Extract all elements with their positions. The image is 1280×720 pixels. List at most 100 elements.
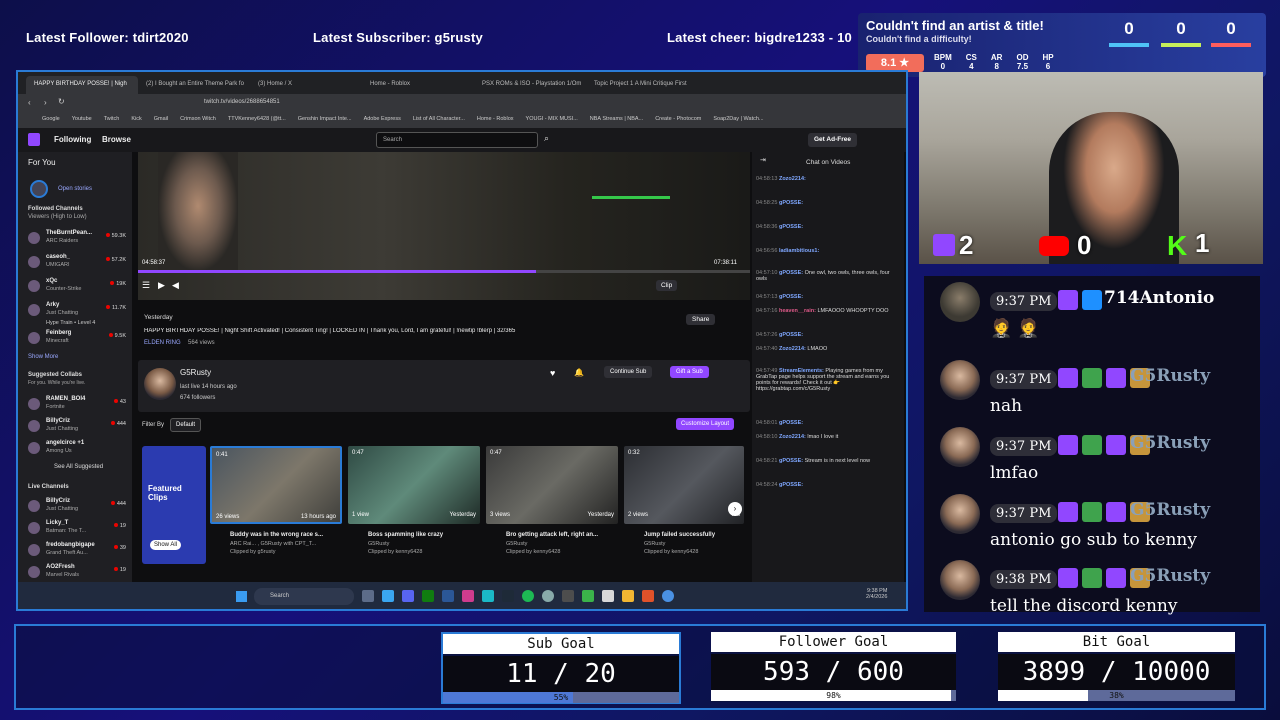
taskbar-app-icon[interactable] [542, 590, 554, 602]
clip-title[interactable]: Jump failed successfully [644, 532, 715, 538]
forward-icon[interactable]: › [44, 98, 47, 107]
clip-title[interactable]: Bro getting attack left, right an... [506, 532, 598, 538]
collapse-icon[interactable]: ⇥ [760, 156, 766, 164]
sidebar-channel[interactable]: BillyCriz Just Chatting 444 [24, 416, 128, 440]
bookmark[interactable]: TTVKenney6428 (@tt... [228, 116, 286, 124]
bookmark[interactable]: Twitch [104, 116, 120, 124]
taskbar-app-icon[interactable] [662, 590, 674, 602]
bookmark[interactable]: NBA Streams | NBA... [590, 116, 643, 124]
nav-following[interactable]: Following [54, 135, 91, 144]
chat-message: 04:57:16 heaven__rain: LMFAOOO WHOOPTY D… [756, 308, 889, 314]
sidebar-channel[interactable]: TheBurntPean... ARC Raiders 59.3K [24, 228, 128, 252]
clip-card[interactable]: 0:47 1 view Yesterday [348, 446, 480, 524]
bookmark[interactable]: Youtube [72, 116, 92, 124]
seek-bar[interactable] [138, 270, 750, 273]
avatar [28, 566, 40, 578]
bookmark[interactable]: Google [42, 116, 60, 124]
search-input[interactable]: Search [376, 132, 538, 148]
browser-tab[interactable]: (3) Home / X [250, 76, 362, 94]
video-player[interactable]: 04:58:37 07:38:11 ☰ ▶ ◀ Clip [138, 152, 750, 300]
continue-sub-button[interactable]: Continue Sub [604, 366, 653, 378]
channel-name[interactable]: G5Rusty [180, 368, 211, 377]
taskbar-app-icon[interactable] [382, 590, 394, 602]
bookmark[interactable]: Soap2Day | Watch... [713, 116, 763, 124]
bookmark[interactable]: Genshin Impact Inte... [298, 116, 352, 124]
bit-goal: Bit Goal 3899 / 10000 38% [998, 632, 1235, 702]
bookmark[interactable]: List of All Character... [413, 116, 465, 124]
bookmark[interactable]: Crimson Witch [180, 116, 216, 124]
channel-avatar[interactable] [144, 368, 176, 400]
sidebar-channel[interactable]: angelcirce +1 Among Us [24, 438, 128, 462]
bookmark[interactable]: Create - Photocom [655, 116, 701, 124]
game-link[interactable]: ELDEN RING [144, 340, 181, 346]
clip-button[interactable]: Clip [656, 280, 678, 291]
share-button[interactable]: Share [686, 314, 716, 325]
sidebar-channel[interactable]: RAMEN_BOI4 Fortnite 43 [24, 394, 128, 418]
taskbar-app-icon[interactable] [622, 590, 634, 602]
clip-card[interactable]: 0:47 3 views Yesterday [486, 446, 618, 524]
twitch-logo-icon[interactable] [28, 133, 40, 146]
bookmark[interactable]: YOUGI - MIX MUSI... [526, 116, 578, 124]
taskbar-app-icon[interactable] [562, 590, 574, 602]
taskbar-app-icon[interactable] [462, 590, 474, 602]
browser-tab[interactable]: Topic Project 1 A Mini Critique First [586, 76, 698, 94]
sidebar-channel[interactable]: fredobangbigape Grand Theft Au... 39 [24, 540, 128, 564]
taskbar-app-icon[interactable] [362, 590, 374, 602]
customize-layout-button[interactable]: Customize Layout [676, 418, 735, 430]
show-all-button[interactable]: Show All [150, 540, 182, 550]
windows-start-icon[interactable] [236, 591, 247, 602]
taskbar-app-icon[interactable] [642, 590, 654, 602]
browser-tab[interactable]: (2) I Bought an Entire Theme Park fo [138, 76, 250, 94]
reload-icon[interactable]: ↻ [58, 97, 65, 106]
taskbar-app-icon[interactable] [482, 590, 494, 602]
taskbar-app-icon[interactable] [502, 590, 514, 602]
taskbar-search[interactable]: Search [254, 588, 354, 605]
nav-browse[interactable]: Browse [102, 135, 131, 144]
open-stories-link[interactable]: Open stories [58, 186, 92, 192]
browser-tab[interactable]: Home - Roblox [362, 76, 474, 94]
browser-tab[interactable]: HAPPY BIRTHDAY POSSE! | Nigh [26, 76, 138, 94]
overlay-chat-message: 9:37 PM G5Rusty nah [940, 360, 1260, 420]
taskbar-app-icon[interactable] [442, 590, 454, 602]
heart-icon[interactable]: ♥ [550, 368, 555, 378]
back-icon[interactable]: ‹ [28, 98, 31, 107]
settings-icon[interactable]: ☰ [142, 280, 150, 291]
search-icon[interactable]: ⌕ [544, 133, 549, 144]
bell-icon[interactable]: 🔔 [574, 368, 584, 377]
sidebar-channel[interactable]: Feinberg Minecraft 9.5K [24, 328, 128, 352]
show-more-link[interactable]: Show More [28, 354, 58, 360]
message-time: 9:38 PM [990, 570, 1058, 589]
clip-title[interactable]: Boss spamming like crazy [368, 532, 443, 538]
volume-icon[interactable]: ◀ [172, 280, 179, 291]
clip-title[interactable]: Buddy was in the wrong race s... [230, 532, 323, 538]
taskbar-app-icon[interactable] [582, 590, 594, 602]
sidebar-channel[interactable]: Licky_T Batman: The T... 19 [24, 518, 128, 542]
sidebar-channel[interactable]: xQc Counter-Strike 19K [24, 276, 128, 300]
view-count: 564 views [188, 340, 215, 346]
taskbar-app-icon[interactable] [602, 590, 614, 602]
chat-message: 04:58:13 Zozo2214: [756, 176, 806, 182]
taskbar-app-icon[interactable] [402, 590, 414, 602]
bookmark[interactable]: Adobe Express [364, 116, 401, 124]
url-text[interactable]: twitch.tv/videos/2688654851 [204, 99, 280, 105]
see-all-suggested-link[interactable]: See All Suggested [54, 464, 103, 470]
spotify-icon[interactable] [522, 590, 534, 602]
bookmark[interactable]: Home - Roblox [477, 116, 514, 124]
clip-card[interactable]: 0:41 26 views 13 hours ago [210, 446, 342, 524]
story-avatar[interactable] [30, 180, 48, 198]
browser-tab[interactable]: PSX ROMs & ISO - Playstation 1/Om [474, 76, 586, 94]
taskbar-clock[interactable]: 9:38 PM 2/4/2026 [866, 588, 887, 600]
gift-sub-button[interactable]: Gift a Sub [670, 366, 709, 378]
taskbar-app-icon[interactable] [422, 590, 434, 602]
sidebar-channel[interactable]: caseoh_ UMIGARI 57.2K [24, 252, 128, 276]
get-ad-free-button[interactable]: Get Ad-Free [808, 133, 857, 147]
filter-dropdown[interactable]: Default [170, 418, 202, 432]
followed-sort[interactable]: Viewers (High to Low) [28, 214, 87, 220]
bookmark[interactable]: Gmail [154, 116, 168, 124]
address-bar[interactable]: ‹ › ↻ twitch.tv/videos/2688654851 [18, 94, 906, 112]
clip-card[interactable]: 0:322 viewsYes [624, 446, 744, 524]
next-clips-button[interactable]: › [728, 502, 742, 516]
play-icon[interactable]: ▶ [158, 280, 165, 291]
bookmark[interactable]: Kick [131, 116, 141, 124]
sidebar-channel[interactable]: BillyCriz Just Chatting 444 [24, 496, 128, 520]
